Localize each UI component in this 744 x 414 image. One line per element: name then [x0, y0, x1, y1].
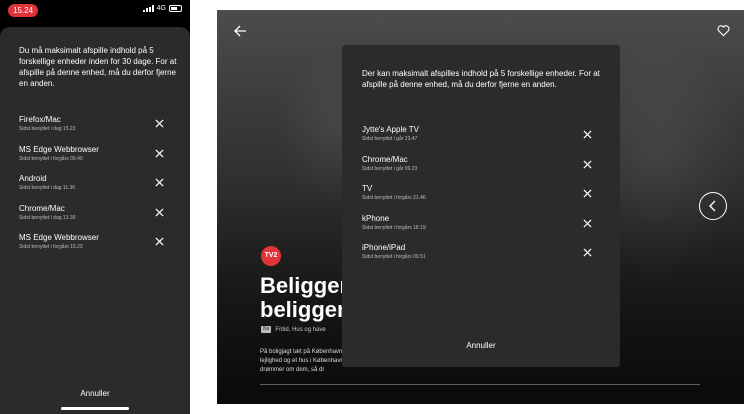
description-line: drømmer om dem, så dr [260, 367, 325, 373]
device-name: Android [19, 174, 47, 183]
cancel-button[interactable]: Annuller [342, 341, 620, 350]
device-item: TV Sidst benyttet i forgårs 21.46 [362, 184, 600, 214]
show-description: På boligjagt tæt på København lejlighed … [260, 348, 346, 375]
signal-icon [142, 5, 154, 12]
device-name: Chrome/Mac [19, 203, 65, 213]
show-title: Beliggenhed beliggenhed [260, 274, 350, 322]
show-title-line: beliggenhed [260, 297, 350, 322]
tv2-logo: TV2 [261, 246, 281, 266]
close-icon[interactable] [583, 130, 592, 139]
device-limit-message: Der kan maksimalt afspilles indhold på 5… [362, 69, 600, 89]
device-name: MS Edge Webbrowser [19, 233, 99, 242]
device-item: Chrome/Mac Sidst benyttet i går 09.23 [362, 155, 600, 185]
device-name: Chrome/Mac [362, 154, 408, 164]
device-list: Jytte's Apple TV Sidst benyttet i går 23… [362, 125, 600, 273]
device-item: kPhone Sidst benyttet i forgårs 18.19 [362, 214, 600, 244]
device-item: iPhone/iPad Sidst benyttet i forgårs 09.… [362, 243, 600, 273]
show-meta: Nu Fritid, Hus og have [261, 326, 326, 333]
device-item: MS Edge Webbrowser Sidst benyttet i forg… [19, 233, 169, 263]
device-limit-sheet: Du må maksimalt afspille indhold på 5 fo… [0, 27, 190, 414]
close-icon[interactable] [155, 119, 164, 128]
device-last-used: Sidst benyttet i dag 13.39 [19, 214, 76, 221]
device-last-used: Sidst benyttet i går 23.47 [362, 136, 418, 142]
device-last-used: Sidst benyttet i forgårs 21.46 [362, 195, 426, 201]
show-title-line: Beliggenhed [260, 274, 350, 298]
device-last-used: Sidst benyttet i forgårs 09.51 [362, 254, 426, 260]
device-item: Firefox/Mac Sidst benyttet i dag 15.23 [19, 115, 169, 145]
heart-icon[interactable] [717, 24, 730, 37]
divider [260, 384, 700, 385]
close-icon[interactable] [583, 248, 592, 257]
device-name: kPhone [362, 213, 390, 223]
close-icon[interactable] [583, 189, 592, 198]
phone-screen: 15.24 4G Du må maksimalt afspille indhol… [0, 0, 190, 414]
device-item: Android Sidst benyttet i dag 11.36 [19, 174, 169, 204]
close-icon[interactable] [155, 237, 164, 246]
status-time: 15.24 [8, 4, 39, 17]
chevron-right-icon [709, 200, 716, 212]
device-limit-message: Du må maksimalt afspille indhold på 5 fo… [19, 46, 177, 88]
rating-badge: Nu [261, 326, 272, 333]
device-name: TV [362, 184, 373, 193]
device-item: Jytte's Apple TV Sidst benyttet i går 23… [362, 125, 600, 155]
home-indicator[interactable] [61, 407, 129, 410]
tablet-screen: TV2 Beliggenhed beliggenhed Nu Fritid, H… [217, 10, 744, 404]
device-name: Jytte's Apple TV [362, 125, 419, 134]
device-name: MS Edge Webbrowser [19, 144, 99, 154]
device-last-used: Sidst benyttet i dag 11.36 [19, 185, 76, 191]
device-last-used: Sidst benyttet i går 09.23 [362, 165, 418, 172]
network-label: 4G [156, 5, 166, 12]
device-item: MS Edge Webbrowser Sidst benyttet i forg… [19, 145, 169, 175]
device-name: Firefox/Mac [19, 115, 61, 124]
device-limit-dialog: Der kan maksimalt afspilles indhold på 5… [342, 45, 620, 367]
status-bar: 15.24 4G [0, 0, 190, 22]
device-last-used: Sidst benyttet i forgårs 09.40 [19, 155, 83, 162]
device-name: iPhone/iPad [362, 243, 406, 252]
device-last-used: Sidst benyttet i forgårs 18.19 [362, 224, 426, 231]
close-icon[interactable] [155, 178, 164, 187]
status-indicators: 4G [142, 5, 182, 12]
close-icon[interactable] [155, 148, 164, 158]
battery-icon [169, 5, 182, 12]
close-icon[interactable] [155, 207, 164, 217]
arrow-left-icon[interactable] [233, 24, 247, 38]
cancel-button[interactable]: Annuller [0, 389, 190, 398]
device-item: Chrome/Mac Sidst benyttet i dag 13.39 [19, 204, 169, 234]
show-genre: Fritid, Hus og have [275, 326, 326, 333]
description-line: På boligjagt tæt på København [260, 349, 343, 355]
device-last-used: Sidst benyttet i dag 15.23 [19, 126, 76, 132]
close-icon[interactable] [583, 159, 592, 169]
close-icon[interactable] [583, 218, 592, 228]
next-button[interactable] [699, 192, 727, 220]
device-last-used: Sidst benyttet i forgårs 15.23 [19, 244, 83, 250]
description-line: lejlighed og et hus i København [260, 358, 344, 364]
tv2-logo-text: TV2 [264, 252, 278, 259]
device-list: Firefox/Mac Sidst benyttet i dag 15.23 M… [19, 115, 169, 263]
